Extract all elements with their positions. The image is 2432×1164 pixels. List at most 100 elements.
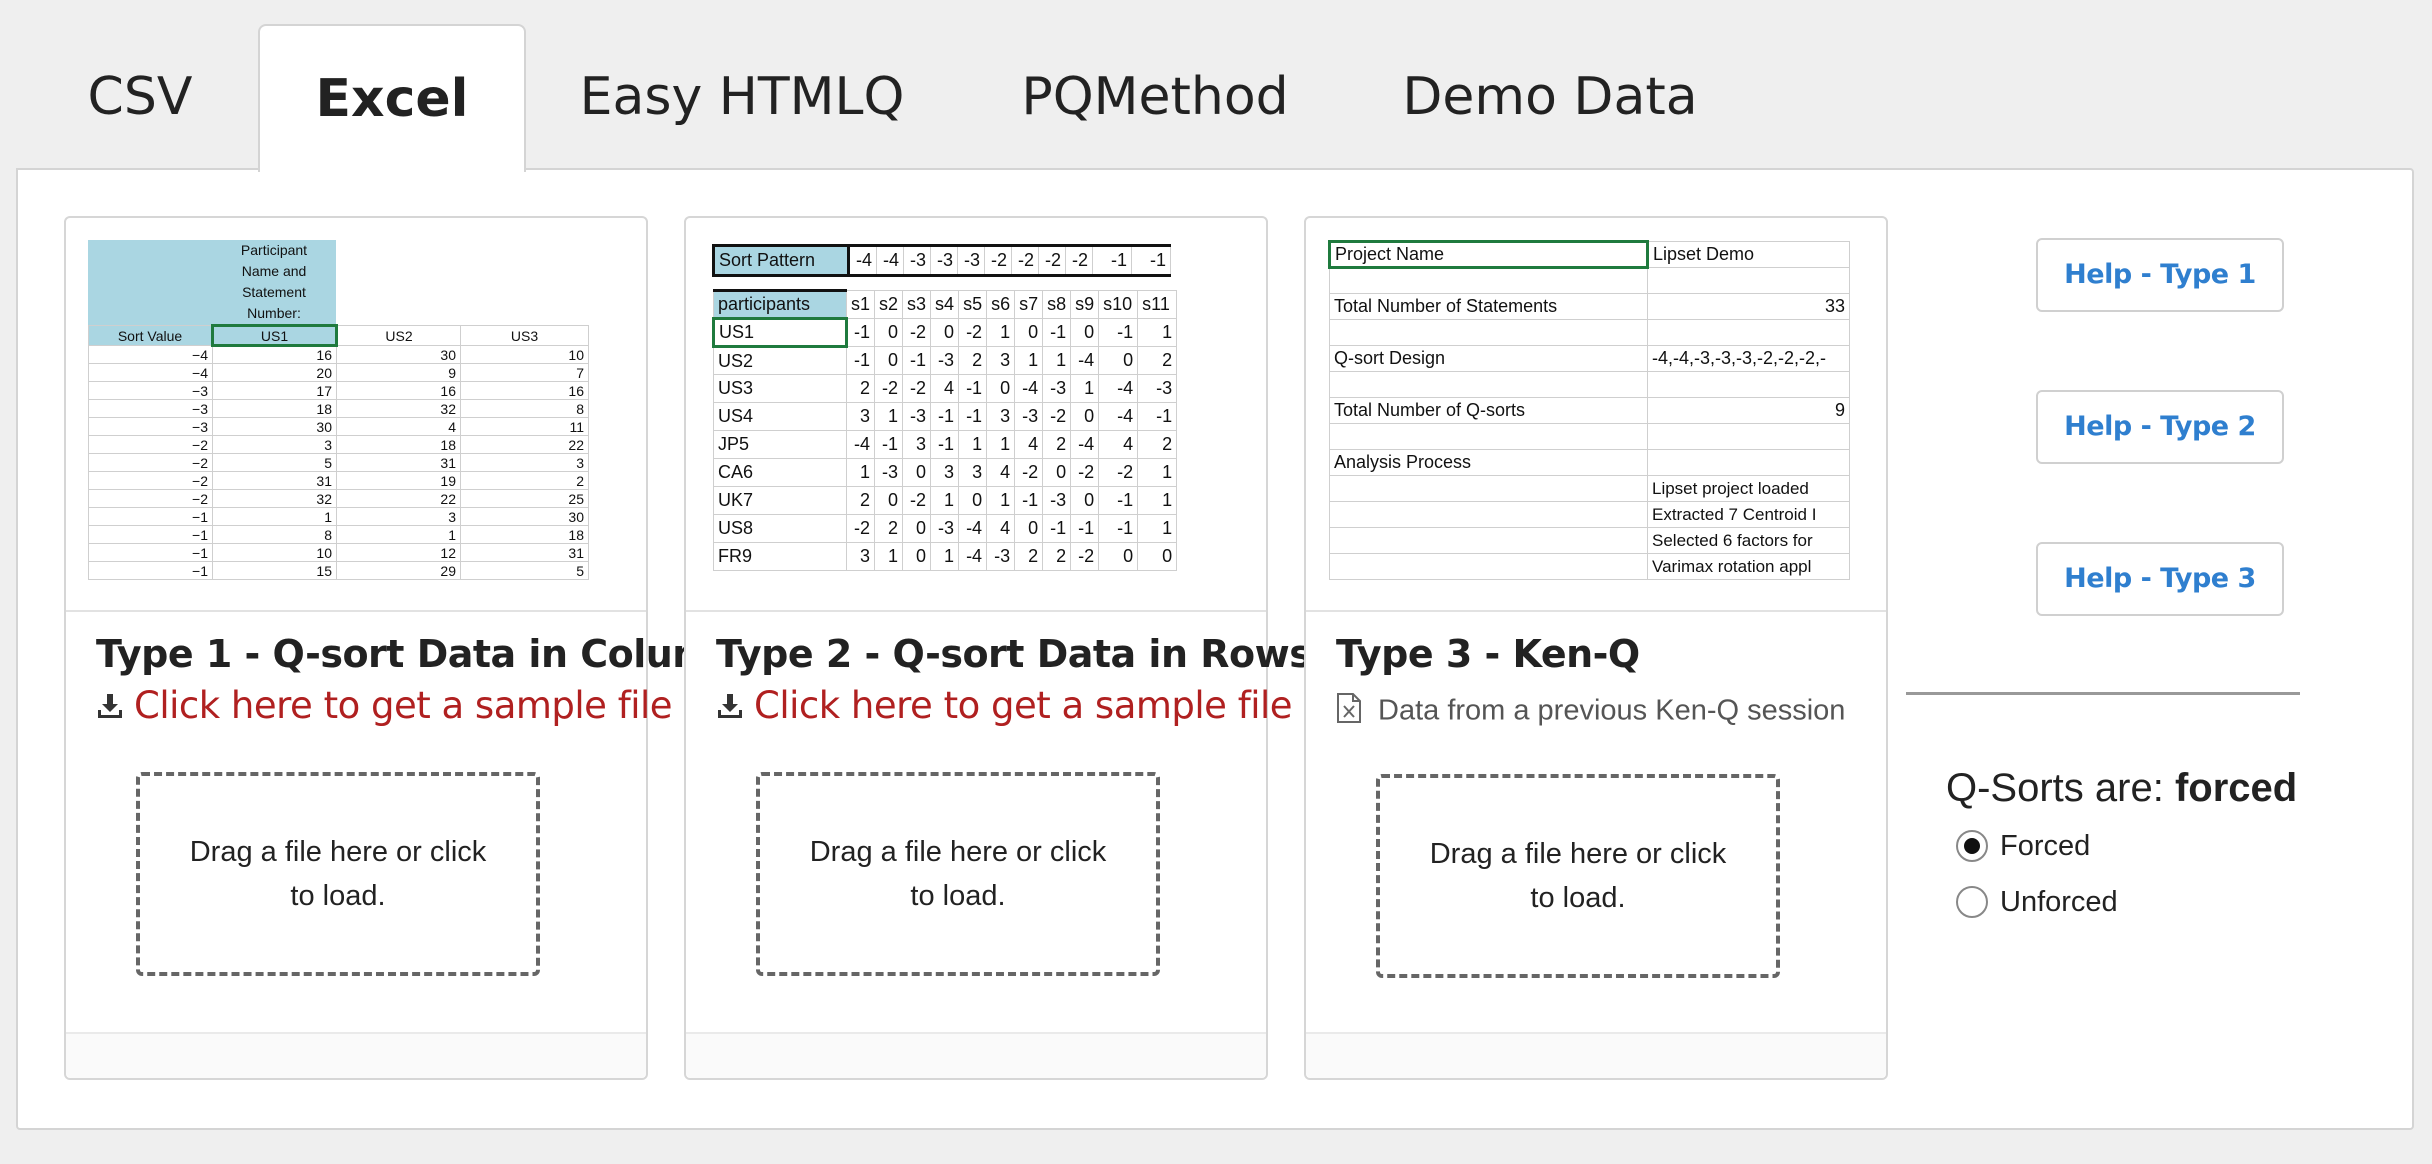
table-cell: 0 <box>874 346 904 375</box>
table-cell: 0 <box>874 318 904 347</box>
table-cell: -3 <box>986 542 1016 571</box>
table-cell <box>1647 449 1850 476</box>
table-cell: 1 <box>1137 458 1178 487</box>
tab-excel[interactable]: Excel <box>258 24 526 172</box>
table-cell: -2 <box>1070 542 1100 571</box>
forced-radio-option[interactable]: Forced <box>1956 828 2090 864</box>
table-cell: 4 <box>986 458 1016 487</box>
table-cell <box>1329 527 1648 554</box>
tab-demo-data[interactable]: Demo Data <box>1402 24 1698 170</box>
table-cell: 1 <box>930 486 960 515</box>
table-cell: −2 <box>88 471 213 490</box>
table-cell: -2 <box>845 514 876 543</box>
excel-file-icon <box>1336 692 1362 732</box>
tab-csv[interactable]: CSV <box>60 24 220 170</box>
table-cell: 4 <box>1014 430 1044 459</box>
tab-easy-htmlq[interactable]: Easy HTMLQ <box>572 24 912 170</box>
table-cell: -3 <box>1042 486 1072 515</box>
col-header: s5 <box>958 290 988 319</box>
table-cell: -1 <box>1014 486 1044 515</box>
table-cell: 1 <box>930 542 960 571</box>
tab-pqmethod[interactable]: PQMethod <box>1010 24 1300 170</box>
table-cell: 10 <box>460 345 589 364</box>
table-cell: 8 <box>212 525 337 544</box>
sort-pattern-cell: -1 <box>1131 244 1171 277</box>
col-header: s1 <box>845 290 876 319</box>
table-cell: 5 <box>460 561 589 580</box>
unforced-radio[interactable] <box>1956 886 1988 918</box>
type3-file-dropzone[interactable]: Drag a file here or click to load. <box>1376 774 1780 978</box>
table-cell: 1 <box>1137 486 1178 515</box>
sort-pattern-cell: -2 <box>984 244 1012 277</box>
participants-label: participants <box>713 289 847 319</box>
table-cell: 3 <box>845 542 876 571</box>
unforced-radio-option[interactable]: Unforced <box>1956 884 2118 920</box>
table-cell: Analysis Process <box>1329 449 1648 476</box>
table-cell: -2 <box>1042 402 1072 431</box>
table-cell: −1 <box>88 507 213 526</box>
table-row: −2 3 18 22 <box>88 435 589 454</box>
table-cell: -1 <box>902 346 932 375</box>
table-row: US2 -1 0 -1 -3 2 3 1 1 -4 0 2 <box>713 346 1178 375</box>
table-cell: 22 <box>336 489 461 508</box>
type3-sample-image: Project Name Lipset Demo Total Number of S… <box>1306 218 1886 612</box>
table-cell: −1 <box>88 543 213 562</box>
table-cell <box>1329 319 1648 346</box>
table-cell: 12 <box>336 543 461 562</box>
card-footer <box>1306 1032 1886 1078</box>
table-cell: 22 <box>460 435 589 454</box>
col-header: US3 <box>460 325 589 346</box>
type2-file-dropzone[interactable]: Drag a file here or click to load. <box>756 772 1160 976</box>
type1-file-dropzone[interactable]: Drag a file here or click to load. <box>136 772 540 976</box>
table-cell: -2 <box>902 486 932 515</box>
table-cell: 0 <box>902 514 932 543</box>
table-cell: Varimax rotation appl <box>1647 553 1850 580</box>
table-cell: 4 <box>986 514 1016 543</box>
help-type3-button[interactable]: Help - Type 3 <box>2036 542 2284 616</box>
table-cell: 0 <box>1137 542 1178 571</box>
table-cell: 0 <box>1042 458 1072 487</box>
table-cell: Total Number of Statements <box>1329 293 1648 320</box>
table-cell <box>1329 553 1648 580</box>
sort-pattern-cell: -2 <box>1038 244 1066 277</box>
table-cell: US1 <box>712 317 848 348</box>
table-cell: -4 <box>1098 374 1139 403</box>
col-header: s11 <box>1137 290 1178 319</box>
table-row: UK7 2 0 -2 1 0 1 -1 -3 0 -1 1 <box>713 486 1178 515</box>
sort-pattern-cell: -3 <box>930 244 958 277</box>
table-row: −1 8 1 18 <box>88 525 589 544</box>
table-cell: JP5 <box>713 430 847 459</box>
table-cell: 19 <box>336 471 461 490</box>
table-cell: 5 <box>212 453 337 472</box>
table-cell: 7 <box>460 363 589 382</box>
table-cell: Project Name <box>1328 240 1649 269</box>
table-row <box>1329 371 1850 398</box>
table-cell: -2 <box>958 318 988 347</box>
sort-pattern-cell: -4 <box>876 244 904 277</box>
table-cell: -1 <box>845 318 876 347</box>
previous-session-note: Data from a previous Ken-Q session <box>1336 692 1845 732</box>
participant-header: Participant Name and Statement Number: <box>240 242 308 321</box>
table-cell: -4 <box>1098 402 1139 431</box>
table-cell: 1 <box>1070 374 1100 403</box>
table-cell: -1 <box>930 402 960 431</box>
type1-sample-link[interactable]: Click here to get a sample file <box>96 684 673 729</box>
table-cell: -1 <box>1042 514 1072 543</box>
forced-radio[interactable] <box>1956 830 1988 862</box>
type2-sample-link[interactable]: Click here to get a sample file <box>716 684 1293 729</box>
table-row: −1 15 29 5 <box>88 561 589 580</box>
help-type2-button[interactable]: Help - Type 2 <box>2036 390 2284 464</box>
table-cell: -4 <box>1070 346 1100 375</box>
col-header: s6 <box>986 290 1016 319</box>
help-type1-button[interactable]: Help - Type 1 <box>2036 238 2284 312</box>
table-row: FR9 3 1 0 1 -4 -3 2 2 -2 0 0 <box>713 542 1178 571</box>
table-cell: -3 <box>930 514 960 543</box>
col-header: s10 <box>1098 290 1139 319</box>
table-row: Total Number of Q-sorts 9 <box>1329 397 1850 424</box>
table-cell: 0 <box>986 374 1016 403</box>
table-cell: FR9 <box>713 542 847 571</box>
table-cell: US8 <box>713 514 847 543</box>
table-cell: -4 <box>1070 430 1100 459</box>
table-cell: −2 <box>88 453 213 472</box>
col-header: US2 <box>336 325 461 346</box>
